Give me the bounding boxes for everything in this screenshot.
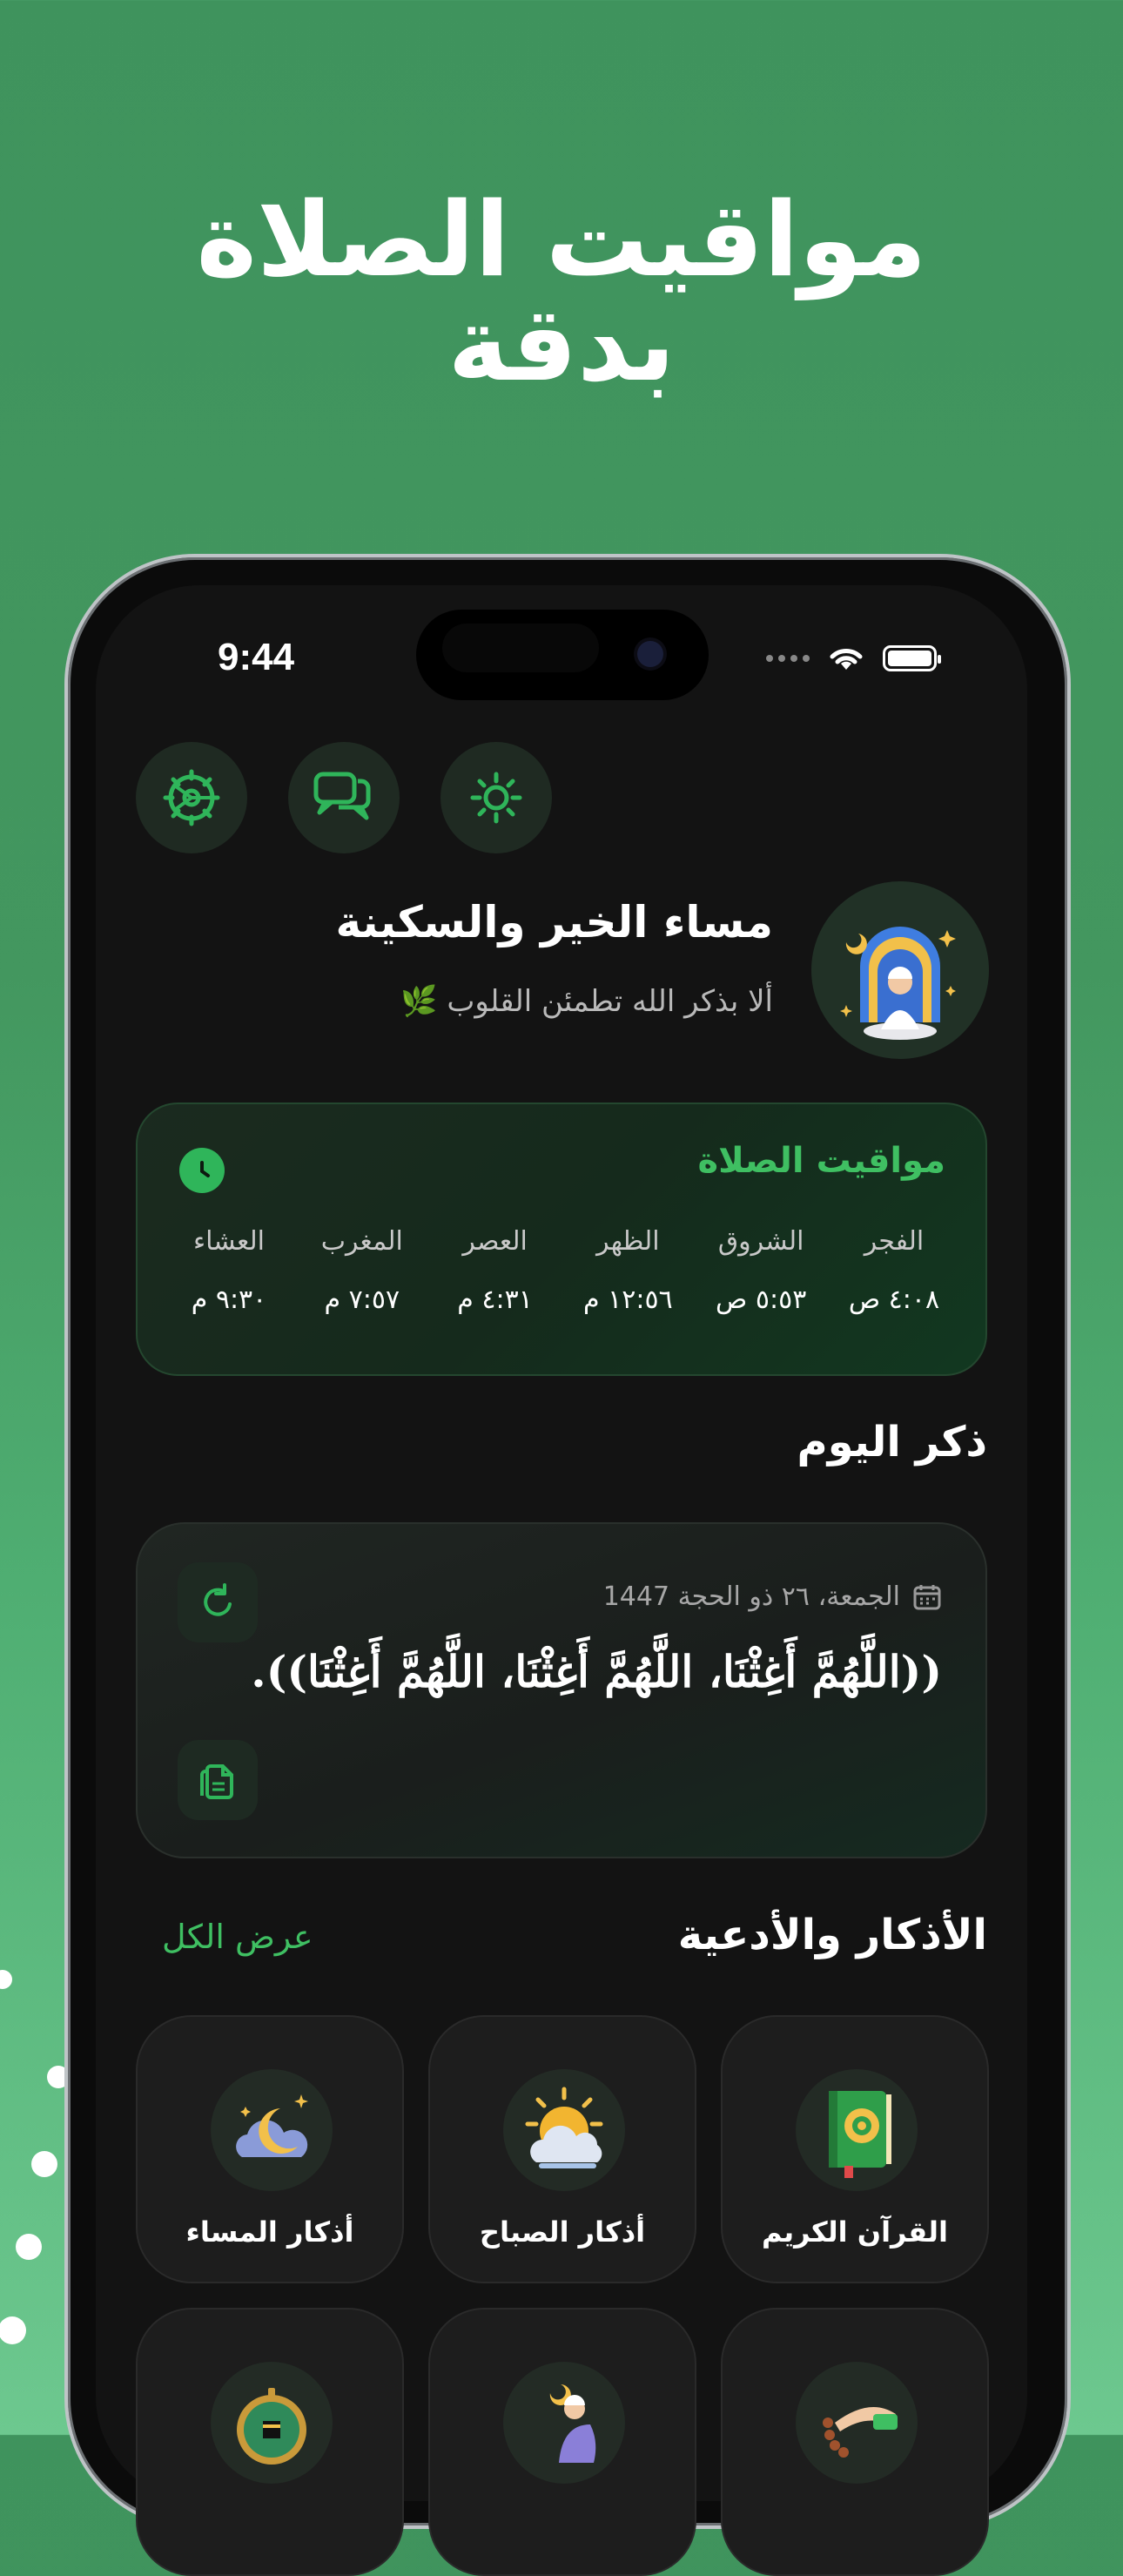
moon-cloud-icon [211, 2069, 333, 2191]
status-time: 9:44 [218, 636, 295, 678]
battery-icon [883, 645, 941, 671]
prayer-times-row: الفجر ٤:٠٨ ص الشروق ٥:٥٣ ص الظهر ١٢:٥٦ م… [164, 1226, 959, 1315]
camera-icon [637, 641, 663, 667]
clock-icon [179, 1148, 225, 1193]
signal-icon [766, 655, 810, 662]
tile-quran[interactable]: القرآن الكريم [721, 2015, 989, 2283]
avatar [811, 881, 989, 1059]
theme-toggle-button[interactable] [440, 742, 552, 853]
view-all-link[interactable]: عرض الكل [162, 1918, 313, 1956]
prayer-time: ٩:٣٠ م [191, 1285, 267, 1315]
decor-dot [0, 2316, 26, 2344]
prayer-asr: العصر ٤:٣١ م [430, 1226, 561, 1315]
zikr-date: الجمعة، ٢٦ ذو الحجة 1447 [603, 1581, 942, 1612]
prayer-card-title: مواقيت الصلاة [697, 1141, 945, 1181]
copy-button[interactable] [178, 1740, 258, 1820]
daily-zikr-card: الجمعة، ٢٦ ذو الحجة 1447 ((اللَّهُمَّ أَ… [136, 1522, 987, 1858]
tile-label: القرآن الكريم [762, 2215, 948, 2249]
tile-label: أذكار المساء [185, 2215, 354, 2249]
chat-button[interactable] [288, 742, 400, 853]
quran-icon [796, 2069, 918, 2191]
zikr-date-text: الجمعة، ٢٦ ذو الحجة 1447 [602, 1581, 900, 1612]
status-icons [766, 641, 941, 676]
tasbih-icon [796, 2362, 918, 2484]
prayer-name: المغرب [320, 1226, 403, 1257]
tile-prayer[interactable] [428, 2308, 696, 2576]
tile-evening-adhkar[interactable]: أذكار المساء [136, 2015, 404, 2283]
prayer-maghrib: المغرب ٧:٥٧ م [297, 1226, 427, 1315]
greeting-subtitle: ألا بذكر الله تطمئن القلوب 🌿 [400, 984, 773, 1019]
prayer-name: الفجر [864, 1226, 925, 1257]
sun-cloud-icon [503, 2069, 625, 2191]
greeting-title: مساء الخير والسكينة [335, 897, 773, 947]
prayer-time: ٥:٥٣ ص [716, 1285, 807, 1315]
prayer-time: ٤:٣١ م [457, 1285, 533, 1315]
prayer-times-card[interactable]: مواقيت الصلاة الفجر ٤:٠٨ ص الشروق ٥:٥٣ ص… [136, 1103, 987, 1376]
dynamic-island [416, 610, 709, 700]
prayer-name: العشاء [193, 1226, 265, 1257]
decor-dot [0, 1970, 12, 1989]
qibla-compass-icon [211, 2362, 333, 2484]
wifi-icon [830, 649, 863, 670]
daily-zikr-title: ذكر اليوم [797, 1418, 987, 1467]
settings-icon [163, 769, 220, 826]
headline-line-1: مواقيت الصلاة [196, 179, 927, 300]
prayer-time: ٧:٥٧ م [324, 1285, 400, 1315]
prayer-time: ٤:٠٨ ص [848, 1285, 940, 1315]
prayer-name: العصر [462, 1226, 528, 1257]
calendar-icon [913, 1584, 941, 1609]
praying-child-icon [840, 927, 956, 1040]
zikr-text: ((اللَّهُمَّ أَغِثْنَا، اللَّهُمَّ أَغِث… [251, 1646, 942, 1697]
headline-line-2: بدقة [447, 284, 676, 404]
promo-headline: مواقيت الصلاة بدقة [0, 187, 1123, 396]
tile-qibla[interactable] [136, 2308, 404, 2576]
refresh-icon [204, 1583, 232, 1616]
prayer-fajr: الفجر ٤:٠٨ ص [829, 1226, 959, 1315]
prayer-dhuhr: الظهر ١٢:٥٦ م [562, 1226, 693, 1315]
praying-man-icon [503, 2362, 625, 2484]
refresh-button[interactable] [178, 1562, 258, 1642]
prayer-sunrise: الشروق ٥:٥٣ ص [696, 1226, 826, 1315]
prayer-name: الشروق [717, 1226, 804, 1257]
adhkar-section-title: الأذكار والأدعية [677, 1911, 987, 1959]
prayer-name: الظهر [596, 1226, 660, 1257]
prayer-time: ١٢:٥٦ م [583, 1285, 673, 1315]
settings-button[interactable] [136, 742, 247, 853]
prayer-isha: العشاء ٩:٣٠ م [164, 1226, 294, 1315]
decor-dot [31, 2151, 57, 2177]
decor-dot [16, 2234, 42, 2260]
tile-label: أذكار الصباح [479, 2215, 646, 2249]
copy-icon [200, 1764, 233, 1799]
island-pill [442, 624, 599, 672]
sun-icon [470, 772, 522, 824]
chat-icon [313, 772, 371, 820]
tile-morning-adhkar[interactable]: أذكار الصباح [428, 2015, 696, 2283]
tile-tasbih[interactable] [721, 2308, 989, 2576]
